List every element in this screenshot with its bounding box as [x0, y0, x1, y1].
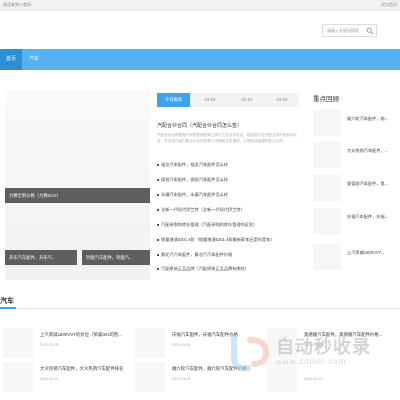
- hot-item[interactable]: 大众热销汽车配件，...: [313, 142, 395, 172]
- list-item[interactable]: 永骥汽车配件，永骥汽车配件怎么样: [157, 192, 228, 198]
- section-title[interactable]: 汽车: [0, 296, 14, 306]
- tab-date[interactable]: 03-04: [195, 93, 225, 107]
- welcome-text: 欢迎来到小食网: [3, 2, 31, 7]
- article-date: 2023-03-05: [40, 343, 59, 347]
- featured-caption[interactable]: 力狮全新价格（力狮SUV）: [5, 188, 150, 203]
- hot-item-title[interactable]: 大众热销汽车配件，...: [347, 148, 388, 154]
- watermark-logo-icon: [231, 335, 270, 371]
- article-date: 2023-03-05: [172, 377, 191, 381]
- bullet-icon: [157, 163, 159, 166]
- list-item[interactable]: 汽配采购和库存管理（汽配采购和库存管理的区别）: [157, 222, 257, 228]
- featured-caption[interactable]: 铃鹿汽车配件，铃鹿汽...: [82, 250, 150, 265]
- hot-thumbnail[interactable]: [313, 244, 341, 270]
- article-thumbnail[interactable]: [135, 328, 165, 358]
- article-card[interactable]: 上汽荣威1800VVT的价位（荣威001的售... 2023-03-05: [3, 328, 128, 364]
- bullet-icon: [157, 223, 159, 226]
- hot-thumbnail[interactable]: [313, 208, 341, 234]
- nav-item-cars[interactable]: 汽车: [23, 49, 45, 70]
- featured-caption[interactable]: 开乐汽车配件，开乐汽...: [5, 250, 77, 265]
- article-date: 2023-03-05: [172, 343, 191, 347]
- bullet-icon: [157, 238, 159, 241]
- hot-thumbnail[interactable]: [313, 175, 341, 201]
- bullet-icon: [157, 178, 159, 181]
- article-thumbnail[interactable]: [3, 328, 33, 358]
- list-item[interactable]: 汽配原装正品品牌（汽配原装正品品牌有哪些）: [157, 266, 249, 272]
- tab-date[interactable]: 03-01: [232, 93, 262, 107]
- set-homepage-link[interactable]: 设为首页: [381, 2, 397, 8]
- article-title[interactable]: 大众热销汽车配件，大众热销汽车配件排名: [40, 366, 123, 372]
- list-item[interactable]: 全新一代现代伊兰特（全新一代现代伊兰特）: [157, 207, 245, 213]
- article-thumbnail[interactable]: [3, 362, 33, 392]
- hot-thumbnail[interactable]: [313, 142, 341, 168]
- tab-today[interactable]: 今日推荐: [157, 93, 190, 107]
- nav-item-home[interactable]: 首页: [0, 49, 23, 70]
- bullet-icon: [157, 253, 159, 256]
- tab-date[interactable]: 03-02: [267, 93, 297, 107]
- main-nav: 首页 汽车: [0, 49, 400, 70]
- bullet-icon: [157, 208, 159, 211]
- hot-thumbnail[interactable]: [313, 110, 341, 136]
- bullet-icon: [157, 267, 159, 270]
- list-item[interactable]: 最北汽汽车配件，最北汽汽车配件价格: [157, 252, 232, 258]
- list-item[interactable]: 福龙汽车配件，福龙汽车配件怎么样: [157, 162, 228, 168]
- hot-item-title[interactable]: 上汽荣威1800VVT...: [347, 250, 384, 256]
- hot-item[interactable]: 上汽荣威1800VVT...: [313, 244, 395, 274]
- article-thumbnail[interactable]: [135, 362, 165, 392]
- article-date: 2023-03-01: [304, 377, 323, 381]
- search-icon[interactable]: [366, 27, 374, 35]
- search-placeholder: 请输入关键词搜索: [327, 28, 359, 33]
- bullet-icon: [157, 193, 159, 196]
- date-tabs: 今日推荐 03-04 03-01 03-02: [157, 93, 299, 107]
- list-item[interactable]: 销量增速5201.4款（销量增速5201.4款最新款车还是吗是车）: [157, 237, 275, 243]
- hot-item-title[interactable]: 庆福汽车配件，庆福...: [347, 214, 388, 220]
- watermark-subtext: www.zdmsl.com: [276, 357, 347, 366]
- headline-summary: 汽配合伙合同是指汽车配件销售等之间订立的合作协议，规定各方在汽配业务中的权利义务…: [157, 133, 298, 143]
- hot-item[interactable]: 顺六轮汽车配件，顺...: [313, 110, 395, 140]
- section-accent-bar: [0, 307, 16, 309]
- watermark-text: 自动秒收录: [276, 337, 371, 357]
- search-box[interactable]: 请输入关键词搜索: [322, 24, 377, 37]
- hot-item[interactable]: 庆福汽车配件，庆福...: [313, 208, 395, 238]
- hot-section-title: 重点回顾: [313, 96, 339, 103]
- hot-item-title[interactable]: 顺六轮汽车配件，顺...: [347, 116, 388, 122]
- top-bar: 欢迎来到小食网 设为首页: [0, 0, 400, 11]
- site-watermark: 自动秒收录 www.zdmsl.com: [228, 330, 396, 374]
- article-card[interactable]: 大众热销汽车配件，大众热销汽车配件排名 2023-03-05: [3, 362, 128, 398]
- hot-item-title[interactable]: 奥德顺汽车配件，奥...: [347, 181, 388, 187]
- headline-link[interactable]: 汽配合伙合同（汽配合伙合同怎么签）: [157, 122, 242, 129]
- section-divider: [0, 308, 400, 309]
- article-date: 2023-03-05: [40, 377, 59, 381]
- article-title[interactable]: 上汽荣威1800VVT的价位（荣威001的售...: [40, 332, 122, 338]
- list-item[interactable]: 德锐汽车配件，德锐汽车配件怎么样: [157, 177, 228, 183]
- hot-item[interactable]: 奥德顺汽车配件，奥...: [313, 175, 395, 205]
